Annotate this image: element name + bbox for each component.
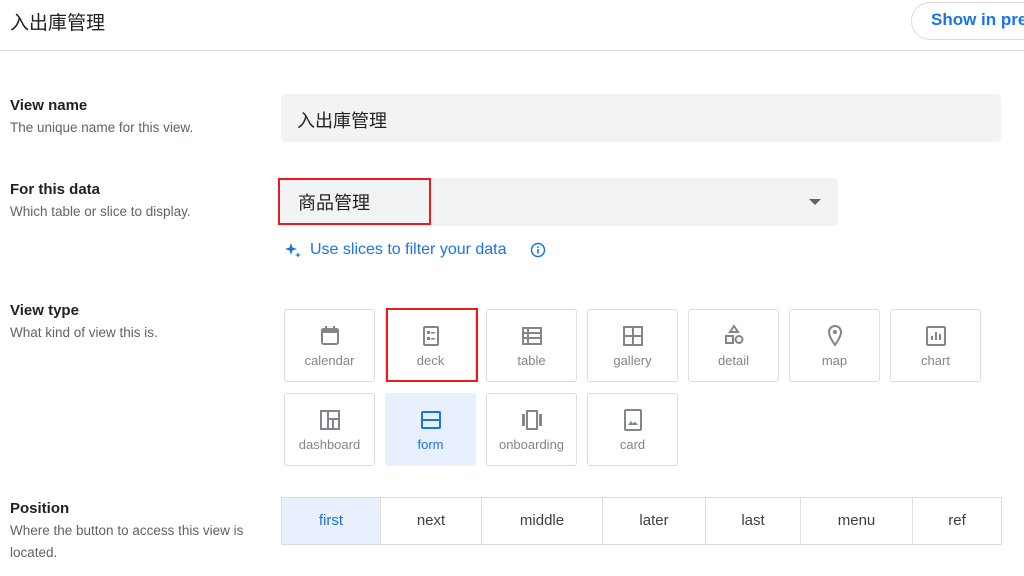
- view-type-option-label: dashboard: [298, 437, 361, 452]
- view-type-option-label: map: [821, 353, 848, 368]
- for-this-data-description: Which table or slice to display.: [10, 204, 191, 219]
- view-type-option-dashboard[interactable]: dashboard: [284, 393, 375, 466]
- view-type-option-card[interactable]: card: [587, 393, 678, 466]
- info-icon[interactable]: [530, 242, 546, 258]
- highlight-box: [386, 308, 478, 382]
- view-type-option-label: chart: [921, 353, 950, 368]
- card-icon: [623, 409, 642, 431]
- view-type-option-table[interactable]: table: [486, 309, 577, 382]
- slices-link-text: Use slices to filter your data: [310, 241, 507, 258]
- form-icon: [420, 411, 441, 429]
- map-pin-icon: [827, 324, 842, 347]
- view-type-label: View type: [10, 302, 79, 319]
- view-name-description: The unique name for this view.: [10, 120, 194, 135]
- view-type-option-form[interactable]: form: [385, 393, 476, 466]
- calendar-icon: [320, 326, 339, 345]
- page-title: 入出庫管理: [10, 13, 106, 34]
- position-label: Position: [10, 500, 70, 517]
- sparkle-icon: [285, 243, 301, 258]
- view-type-option-gallery[interactable]: gallery: [587, 309, 678, 382]
- onboarding-icon: [521, 410, 542, 430]
- view-type-option-label: form: [417, 437, 444, 452]
- view-type-option-label: detail: [717, 353, 750, 368]
- position-description: Where the button to access this view is …: [10, 523, 244, 560]
- view-type-option-onboarding[interactable]: onboarding: [486, 393, 577, 466]
- view-type-option-detail[interactable]: detail: [688, 309, 779, 382]
- view-type-option-label: gallery: [613, 353, 652, 368]
- view-type-option-label: onboarding: [498, 437, 565, 452]
- view-name-label: View name: [10, 97, 88, 114]
- view-type-option-label: table: [517, 353, 546, 368]
- position-option-last[interactable]: last: [705, 497, 801, 545]
- detail-icon: [724, 324, 743, 344]
- for-this-data-label: For this data: [10, 181, 101, 198]
- view-type-option-chart[interactable]: chart: [890, 309, 981, 382]
- position-option-next[interactable]: next: [380, 497, 482, 545]
- view-type-option-map[interactable]: map: [789, 309, 880, 382]
- table-icon: [521, 327, 542, 345]
- position-option-later[interactable]: later: [602, 497, 706, 545]
- header-divider: [0, 50, 1024, 51]
- show-in-preview-button[interactable]: Show in pre: [911, 2, 1024, 40]
- view-name-input[interactable]: 入出庫管理: [281, 94, 1001, 142]
- view-type-description: What kind of view this is.: [10, 325, 158, 340]
- gallery-icon: [622, 326, 643, 346]
- highlight-box: [278, 178, 431, 225]
- position-option-first[interactable]: first: [281, 497, 381, 545]
- slices-link[interactable]: Use slices to filter your data: [283, 240, 546, 260]
- chart-icon: [925, 326, 946, 346]
- position-option-middle[interactable]: middle: [481, 497, 603, 545]
- view-type-option-calendar[interactable]: calendar: [284, 309, 375, 382]
- view-type-option-label: card: [619, 437, 646, 452]
- view-type-option-label: calendar: [304, 353, 355, 368]
- dashboard-icon: [319, 410, 340, 430]
- position-option-menu[interactable]: menu: [800, 497, 913, 545]
- dropdown-caret-icon: [809, 199, 821, 205]
- position-option-ref[interactable]: ref: [912, 497, 1002, 545]
